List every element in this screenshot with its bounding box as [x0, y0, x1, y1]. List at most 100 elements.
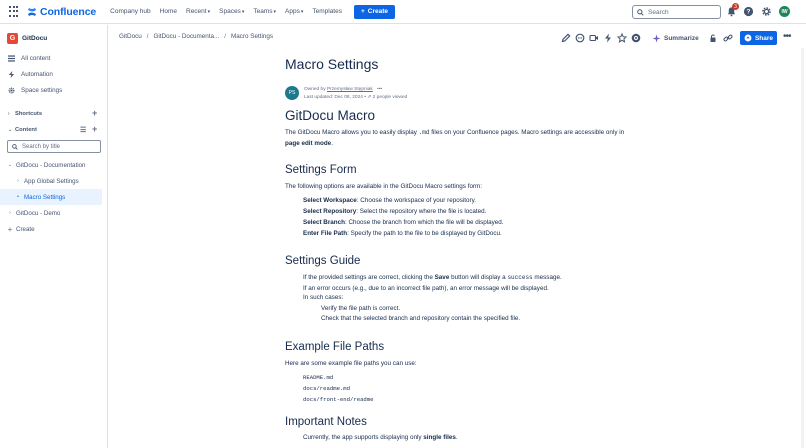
- nav-label: Teams: [253, 8, 273, 15]
- create-label: Create: [367, 8, 388, 15]
- nav-label: Spaces: [219, 8, 241, 15]
- sidebar-item-all-content[interactable]: All content: [0, 50, 107, 66]
- copy-link-icon[interactable]: [723, 33, 733, 43]
- nav-templates[interactable]: Templates: [312, 8, 342, 15]
- brand-name: Confluence: [40, 5, 97, 18]
- confluence-mark-icon: [28, 7, 36, 16]
- text: : Choose the workspace of your repositor…: [356, 197, 477, 204]
- sidebar-create-button[interactable]: + Create: [0, 221, 107, 237]
- nav-spaces[interactable]: Spaces ▾: [219, 8, 244, 15]
- intro-paragraph: The GitDocu Macro allows you to easily d…: [285, 128, 625, 149]
- chevron-right-icon: ›: [8, 111, 10, 117]
- owner-link[interactable]: Przemysław Stępniak: [327, 87, 373, 92]
- nav-label: Templates: [312, 8, 342, 15]
- text: If the provided settings are correct, cl…: [303, 274, 433, 281]
- guide-subitem: Check that the selected branch and repos…: [321, 315, 521, 322]
- user-avatar[interactable]: IW: [779, 6, 790, 17]
- star-icon[interactable]: [617, 33, 627, 43]
- nav-teams[interactable]: Teams ▾: [253, 8, 276, 15]
- nav-label: Company hub: [110, 8, 151, 15]
- title-search-input[interactable]: Search by title: [7, 140, 101, 153]
- space-header[interactable]: G GitDocu: [0, 25, 107, 44]
- tree-item-macro-settings[interactable]: • Macro Settings: [0, 189, 102, 205]
- page-byline: PS Owned by Przemysław Stępniak ••• Last…: [285, 86, 407, 102]
- search-input[interactable]: Search: [632, 5, 721, 19]
- comment-icon[interactable]: [575, 33, 585, 43]
- notes-line: Currently, the app supports displaying o…: [303, 433, 458, 444]
- bold-text: Select Workspace: [303, 197, 357, 204]
- bold-text: Select Branch: [303, 219, 345, 226]
- app-switcher-icon[interactable]: [9, 5, 21, 18]
- nav-home[interactable]: Home: [160, 8, 177, 15]
- text: : Choose the branch from which the file …: [345, 219, 504, 226]
- search-icon: [12, 143, 18, 150]
- automation-lightning-icon[interactable]: [603, 33, 613, 43]
- byline-text: Owned by Przemysław Stępniak ••• Last up…: [304, 86, 407, 102]
- bold-text: page edit mode: [285, 139, 332, 147]
- confluence-logo[interactable]: Confluence: [27, 6, 96, 18]
- breadcrumb-item[interactable]: GitDocu: [119, 33, 142, 40]
- code-path: docs/front-end/readme: [303, 396, 374, 403]
- create-button[interactable]: + Create: [353, 4, 395, 19]
- add-shortcut-icon[interactable]: +: [92, 108, 97, 118]
- restriction-lock-icon[interactable]: [708, 33, 718, 43]
- sidebar-item-space-settings[interactable]: Space settings: [0, 82, 107, 98]
- search-placeholder: Search: [648, 8, 669, 16]
- page-scrollbar[interactable]: [801, 48, 804, 448]
- filter-icon[interactable]: ☰: [80, 126, 86, 134]
- inline-code: .md: [418, 129, 430, 136]
- form-item: Select Repository: Select the repository…: [303, 207, 486, 218]
- summarize-button[interactable]: Summarize: [652, 31, 699, 45]
- inline-code: success: [507, 274, 533, 281]
- tree-item-gitdocu-documentation[interactable]: ⌄ GitDocu - Documentation: [0, 157, 107, 173]
- text: Currently, the app supports displaying o…: [303, 434, 422, 441]
- last-updated: Last updated: Dec 08, 2024 •: [304, 95, 366, 100]
- breadcrumb-item[interactable]: Macro Settings: [231, 33, 273, 40]
- video-icon[interactable]: [589, 33, 599, 43]
- nav-apps[interactable]: Apps ▾: [285, 8, 303, 15]
- breadcrumb-item[interactable]: GitDocu - Documenta...: [154, 33, 220, 40]
- add-content-icon[interactable]: +: [92, 124, 97, 134]
- more-options-icon[interactable]: •••: [377, 87, 382, 92]
- tree-item-app-global-settings[interactable]: › App Global Settings: [0, 173, 107, 189]
- shortcuts-section[interactable]: › Shortcuts +: [0, 106, 107, 122]
- list-icon: [8, 54, 15, 62]
- chevron-right-icon: ›: [17, 178, 19, 184]
- tree-item-label: GitDocu - Demo: [16, 209, 61, 217]
- nav-company-hub[interactable]: Company hub: [110, 8, 150, 15]
- help-icon[interactable]: ?: [743, 6, 754, 17]
- sidebar-item-label: Automation: [21, 70, 53, 78]
- space-logo-icon: G: [7, 32, 18, 44]
- chevron-down-icon: ▾: [241, 8, 245, 15]
- heading-gitdocu-macro: GitDocu Macro: [285, 108, 376, 123]
- search-placeholder: Search by title: [22, 143, 61, 150]
- owner-avatar[interactable]: PS: [285, 86, 299, 100]
- sidebar: G GitDocu All content Automation Space s…: [0, 25, 108, 448]
- sidebar-item-automation[interactable]: Automation: [0, 66, 107, 82]
- nav-recent[interactable]: Recent ▾: [186, 8, 210, 15]
- notification-badge: 3: [732, 3, 739, 10]
- svg-text:?: ?: [747, 9, 751, 16]
- paths-intro: Here are some example file paths you can…: [285, 360, 417, 367]
- more-actions-icon[interactable]: •••: [783, 31, 791, 42]
- watch-eye-icon[interactable]: [631, 33, 641, 43]
- nav-label: Home: [159, 8, 177, 15]
- lightning-icon: [8, 70, 15, 78]
- sidebar-item-label: Space settings: [21, 86, 63, 94]
- bullet-icon: •: [17, 194, 19, 200]
- tree-item-label: App Global Settings: [24, 177, 79, 185]
- plus-icon: +: [360, 8, 365, 15]
- settings-gear-icon[interactable]: [761, 6, 772, 17]
- heading-settings-form: Settings Form: [285, 164, 357, 176]
- content-section[interactable]: ⌄ Content ☰ +: [0, 122, 107, 138]
- text: : Specify the path to the file to be dis…: [347, 230, 502, 237]
- breadcrumb-separator: /: [224, 33, 227, 40]
- chevron-down-icon: ▾: [207, 8, 211, 15]
- section-label: Shortcuts: [15, 111, 43, 117]
- tree-item-gitdocu-demo[interactable]: › GitDocu - Demo: [0, 205, 107, 221]
- viewers-link[interactable]: 2 people viewed: [373, 95, 408, 100]
- share-button[interactable]: Share: [740, 31, 777, 45]
- edit-pencil-icon[interactable]: [561, 33, 571, 43]
- owner-prefix: Owned by: [304, 87, 326, 92]
- section-label: Content: [15, 127, 37, 133]
